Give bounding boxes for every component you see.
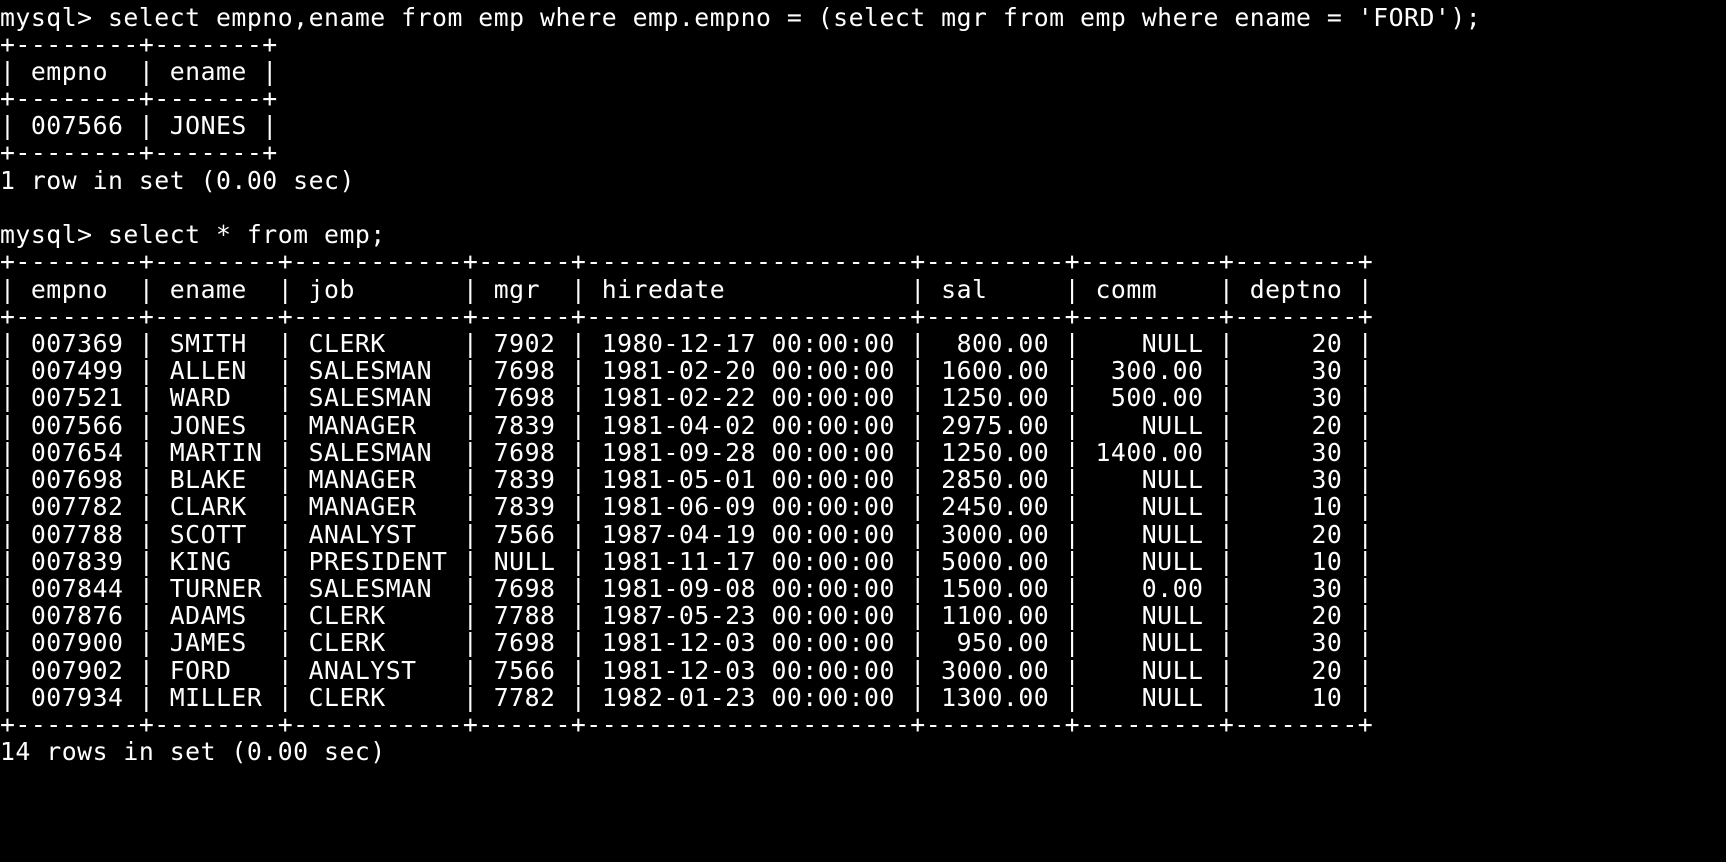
table-row: | 007782 | CLARK | MANAGER | 7839 | 1981… <box>0 492 1374 521</box>
table-header-row: | empno | ename | job | mgr | hiredate |… <box>0 275 1374 304</box>
table-row: | 007369 | SMITH | CLERK | 7902 | 1980-1… <box>0 329 1374 358</box>
result-summary-line: 1 row in set (0.00 sec) <box>0 166 355 195</box>
table-row: | 007698 | BLAKE | MANAGER | 7839 | 1981… <box>0 465 1374 494</box>
table-row: | 007934 | MILLER | CLERK | 7782 | 1982-… <box>0 683 1374 712</box>
query-command-line: mysql> select * from emp; <box>0 220 386 249</box>
table-row: | 007654 | MARTIN | SALESMAN | 7698 | 19… <box>0 438 1374 467</box>
table-row: | 007900 | JAMES | CLERK | 7698 | 1981-1… <box>0 628 1374 657</box>
table-row: | 007521 | WARD | SALESMAN | 7698 | 1981… <box>0 383 1374 412</box>
table-row: | 007844 | TURNER | SALESMAN | 7698 | 19… <box>0 574 1374 603</box>
table-row: | 007876 | ADAMS | CLERK | 7788 | 1987-0… <box>0 601 1374 630</box>
table-row: | 007499 | ALLEN | SALESMAN | 7698 | 198… <box>0 356 1374 385</box>
table-row: | 007902 | FORD | ANALYST | 7566 | 1981-… <box>0 656 1374 685</box>
table-border-line: +--------+--------+-----------+------+--… <box>0 710 1374 739</box>
query-command-line: mysql> select empno,ename from emp where… <box>0 3 1482 32</box>
table-border-line: +--------+--------+-----------+------+--… <box>0 302 1374 331</box>
table-border-line: +--------+-------+ <box>0 30 278 59</box>
table-border-line: +--------+-------+ <box>0 138 278 167</box>
table-row: | 007839 | KING | PRESIDENT | NULL | 198… <box>0 547 1374 576</box>
table-row: | 007566 | JONES | MANAGER | 7839 | 1981… <box>0 411 1374 440</box>
table-border-line: +--------+--------+-----------+------+--… <box>0 247 1374 276</box>
result-summary-line: 14 rows in set (0.00 sec) <box>0 737 386 766</box>
table-header-row: | empno | ename | <box>0 57 278 86</box>
terminal-window[interactable]: mysql> select empno,ename from emp where… <box>0 0 1726 862</box>
table-row: | 007566 | JONES | <box>0 111 278 140</box>
table-row: | 007788 | SCOTT | ANALYST | 7566 | 1987… <box>0 520 1374 549</box>
table-border-line: +--------+-------+ <box>0 84 278 113</box>
